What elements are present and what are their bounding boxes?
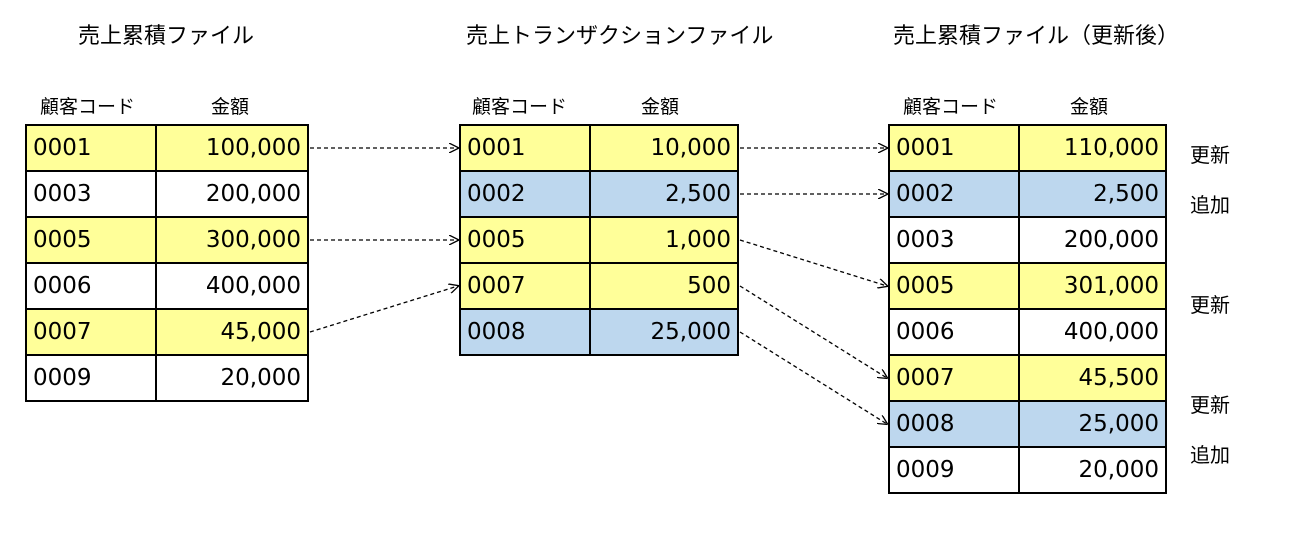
dashed-arrow: [739, 239, 887, 286]
dashed-arrow: [309, 286, 458, 333]
dashed-arrow: [739, 331, 887, 424]
arrow-layer: [309, 0, 1290, 551]
dashed-arrow: [739, 285, 887, 378]
